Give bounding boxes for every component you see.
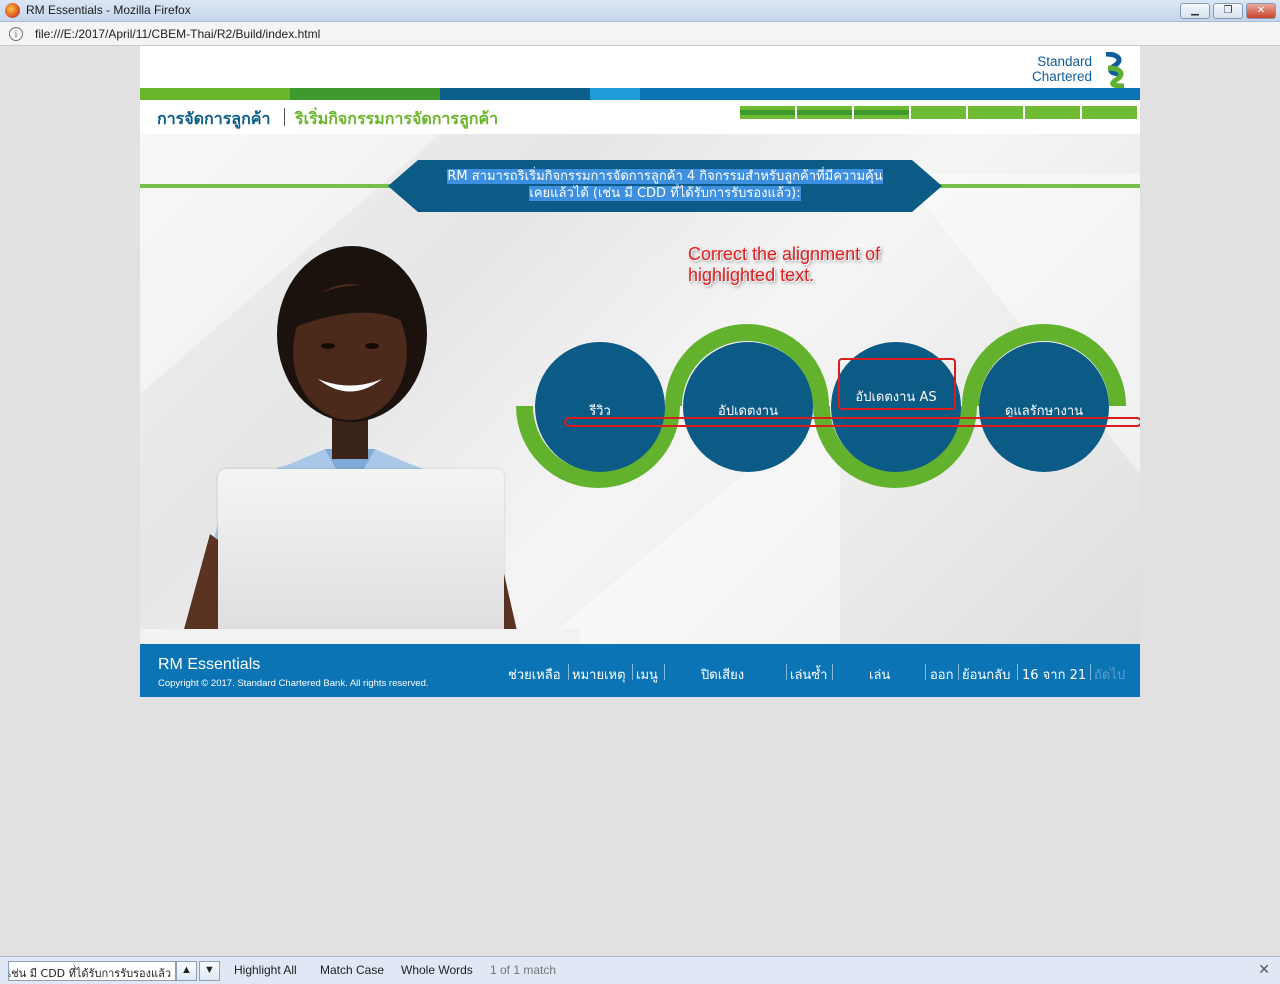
breadcrumb-sub: ริเริ่มกิจกรรมการจัดการลูกค้า xyxy=(295,109,499,128)
url-text[interactable]: file:///E:/2017/April/11/CBEM-Thai/R2/Bu… xyxy=(35,27,320,41)
laptop-image xyxy=(218,469,504,644)
banner-line2: เคยแล้วได้ (เช่น มี CDD ที่ได้รับการรับร… xyxy=(529,186,801,201)
activity-circles: รีวิว อัปเดตงาน อัปเดตงาน AS ดูแลรักษางา… xyxy=(510,324,1140,504)
logo-mark-icon xyxy=(1105,52,1125,88)
match-case-toggle[interactable]: Match Case xyxy=(320,963,384,977)
site-info-icon[interactable]: i xyxy=(9,27,23,41)
banner-text: RM สามารถริเริ่มกิจกรรมการจัดการลูกค้า 4… xyxy=(418,168,912,202)
brand-color-bar xyxy=(140,88,1140,100)
page-indicator: 16 จาก 21 xyxy=(1022,668,1087,683)
annotation-line2: highlighted text. xyxy=(688,265,815,285)
course-footer: RM Essentials Copyright © 2017. Standard… xyxy=(140,644,1140,697)
highlight-all-toggle[interactable]: Highlight All xyxy=(234,963,297,977)
maximize-button[interactable]: ❐ xyxy=(1213,3,1243,19)
notes-button[interactable]: หมายเหตุ xyxy=(572,664,626,685)
course-stage: Standard Chartered การจัดการลูกค้า ริเริ… xyxy=(140,46,1140,697)
close-window-button[interactable]: ✕ xyxy=(1246,3,1276,19)
desk-surface xyxy=(140,629,580,644)
window-titlebar: RM Essentials - Mozilla Firefox ▁ ❐ ✕ xyxy=(0,0,1280,22)
next-button[interactable]: ถัดไป xyxy=(1094,664,1125,685)
slide-content: RM สามารถริเริ่มกิจกรรมการจัดการลูกค้า 4… xyxy=(140,134,1140,644)
footer-brand: RM Essentials xyxy=(158,656,261,673)
progress-segment xyxy=(968,106,1023,119)
footer-copyright: Copyright © 2017. Standard Chartered Ban… xyxy=(158,678,429,689)
play-button[interactable]: เล่น xyxy=(869,664,890,685)
minimize-button[interactable]: ▁ xyxy=(1180,3,1210,19)
replay-button[interactable]: เล่นซ้ำ xyxy=(790,664,827,685)
find-input[interactable]: เช่น มี CDD ที่ได้รับการรับรองแล้ว): xyxy=(8,961,176,981)
address-bar[interactable]: i file:///E:/2017/April/11/CBEM-Thai/R2/… xyxy=(0,22,1280,46)
activity-review-button[interactable]: รีวิว xyxy=(535,342,665,472)
progress-segment xyxy=(911,106,966,119)
activity-maintain-button[interactable]: ดูแลรักษางาน xyxy=(979,342,1109,472)
match-count: 1 of 1 match xyxy=(490,963,557,977)
logo-line2: Chartered xyxy=(1031,69,1092,84)
window-title: RM Essentials - Mozilla Firefox xyxy=(26,3,191,17)
progress-segment xyxy=(740,106,795,119)
progress-bar xyxy=(740,106,1137,119)
review-annotation: Correct the alignment of highlighted tex… xyxy=(688,244,948,286)
annotation-line1: Correct the alignment of xyxy=(688,244,881,264)
progress-segment xyxy=(1082,106,1137,119)
mute-button[interactable]: ปิดเสียง xyxy=(701,664,744,685)
progress-segment xyxy=(1025,106,1080,119)
header-row: การจัดการลูกค้า ริเริ่มกิจกรรมการจัดการล… xyxy=(140,100,1140,134)
activity-update-button[interactable]: อัปเดตงาน xyxy=(683,342,813,472)
whole-words-toggle[interactable]: Whole Words xyxy=(401,963,473,977)
logo-line1: Standard xyxy=(1037,54,1092,69)
back-button[interactable]: ย้อนกลับ xyxy=(962,664,1010,685)
banner-line1: RM สามารถริเริ่มกิจกรรมการจัดการลูกค้า 4… xyxy=(447,169,883,184)
breadcrumb-divider xyxy=(284,108,285,126)
close-find-bar-icon[interactable]: ✕ xyxy=(1258,961,1270,978)
firefox-icon xyxy=(5,3,20,18)
help-button[interactable]: ช่วยเหลือ xyxy=(508,664,561,685)
alignment-guide-highlight xyxy=(564,417,1140,427)
exit-button[interactable]: ออก xyxy=(930,664,954,685)
find-next-button[interactable]: ▼ xyxy=(199,961,220,981)
find-bar: เช่น มี CDD ที่ได้รับการรับรองแล้ว): ▲ ▼… xyxy=(0,956,1280,984)
menu-button[interactable]: เมนู xyxy=(636,664,658,685)
progress-segment xyxy=(854,106,909,119)
progress-segment xyxy=(797,106,852,119)
find-previous-button[interactable]: ▲ xyxy=(176,961,197,981)
breadcrumb-main: การจัดการลูกค้า xyxy=(157,109,271,128)
misaligned-text-highlight xyxy=(838,358,956,410)
